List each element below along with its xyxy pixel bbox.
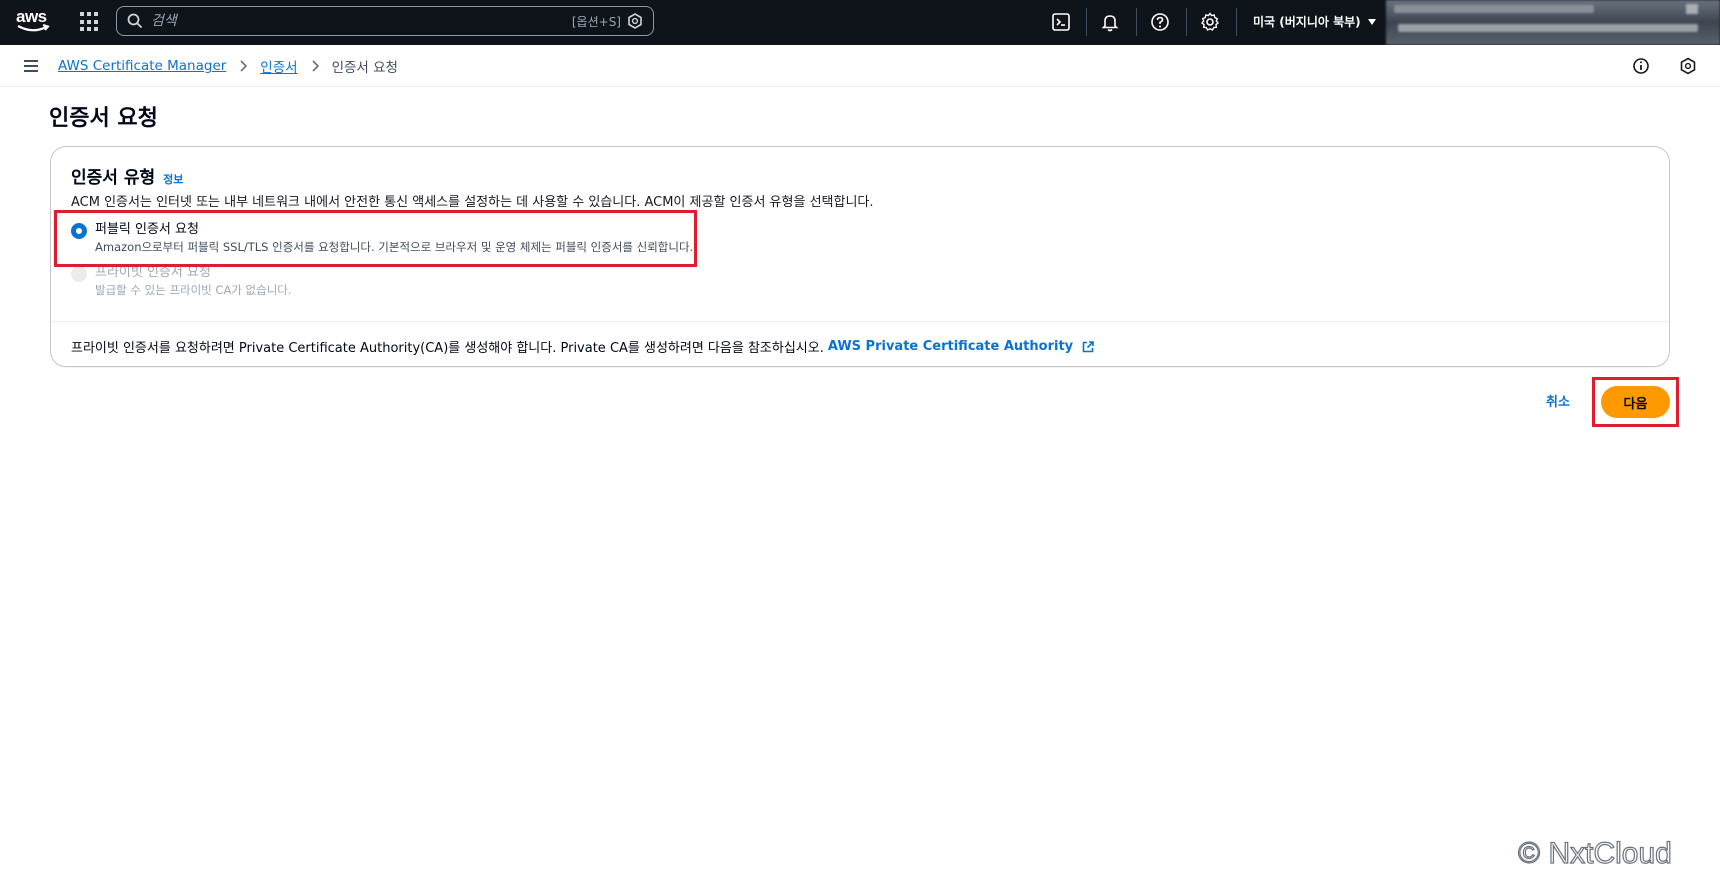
container-divider <box>51 321 1669 322</box>
breadcrumb-link-acm[interactable]: AWS Certificate Manager <box>58 58 226 74</box>
private-ca-notice: 프라이빗 인증서를 요청하려면 Private Certificate Auth… <box>71 337 1095 356</box>
region-selector[interactable]: 미국 (버지니아 북부) <box>1253 13 1377 30</box>
amazon-q-icon[interactable] <box>1679 57 1697 75</box>
radio-description-private: 발급할 수 있는 프라이빗 CA가 없습니다. <box>95 283 292 297</box>
cancel-button[interactable]: 취소 <box>1546 391 1570 410</box>
private-ca-link[interactable]: AWS Private Certificate Authority <box>828 339 1073 354</box>
search-input[interactable] <box>151 10 531 32</box>
breadcrumb-bar: AWS Certificate Manager 인증서 인증서 요청 <box>0 45 1720 87</box>
aws-smile-icon <box>17 24 50 32</box>
caret-down-icon <box>1367 18 1376 25</box>
section-description: ACM 인증서는 인터넷 또는 내부 네트워크 내에서 안전한 통신 액세스를 … <box>71 195 874 210</box>
section-header: 인증서 유형 정보 <box>71 163 183 188</box>
region-label: 미국 (버지니아 북부) <box>1253 15 1361 29</box>
radio-button-public[interactable] <box>71 223 87 239</box>
external-link-icon[interactable] <box>1081 340 1095 354</box>
bell-icon[interactable] <box>1099 11 1121 33</box>
aws-logo[interactable]: aws <box>16 8 50 36</box>
section-title: 인증서 유형 <box>71 168 156 188</box>
apps-grid-icon[interactable] <box>80 12 100 32</box>
nav-divider <box>1186 8 1187 36</box>
radio-option-public[interactable]: 퍼블릭 인증서 요청 Amazon으로부터 퍼블릭 SSL/TLS 인증서를 요… <box>71 221 693 256</box>
nav-divider <box>1086 8 1087 36</box>
watermark: © NxtCloud <box>1517 836 1672 870</box>
amazon-q-icon[interactable] <box>627 13 643 29</box>
top-navigation: aws [옵션+S] <box>0 0 1720 45</box>
breadcrumb: AWS Certificate Manager 인증서 인증서 요청 <box>58 56 398 76</box>
breadcrumb-current: 인증서 요청 <box>331 60 398 76</box>
cloudshell-icon[interactable] <box>1050 11 1072 33</box>
next-button[interactable]: 다음 <box>1601 386 1670 418</box>
gear-icon[interactable] <box>1199 11 1221 33</box>
private-ca-notice-text: 프라이빗 인증서를 요청하려면 Private Certificate Auth… <box>71 341 824 356</box>
nav-divider <box>1236 8 1237 36</box>
breadcrumb-link-certificates[interactable]: 인증서 <box>260 56 297 76</box>
chevron-right-icon <box>311 60 319 72</box>
radio-description-public: Amazon으로부터 퍼블릭 SSL/TLS 인증서를 요청합니다. 기본적으로… <box>95 240 694 254</box>
certificate-type-container: 인증서 유형 정보 ACM 인증서는 인터넷 또는 내부 네트워크 내에서 안전… <box>50 146 1670 367</box>
search-bar[interactable]: [옵션+S] <box>116 6 654 36</box>
help-icon[interactable] <box>1149 11 1171 33</box>
page-title: 인증서 요청 <box>49 106 158 131</box>
radio-label-private: 프라이빗 인증서 요청 <box>95 265 211 280</box>
search-shortcut: [옵션+S] <box>571 15 621 29</box>
radio-option-private: 프라이빗 인증서 요청 발급할 수 있는 프라이빗 CA가 없습니다. <box>71 264 292 299</box>
radio-button-private <box>71 266 87 282</box>
nav-divider <box>1136 8 1137 36</box>
search-icon <box>127 13 143 29</box>
radio-label-public: 퍼블릭 인증서 요청 <box>95 222 199 237</box>
account-menu-redacted[interactable] <box>1386 0 1720 45</box>
info-icon[interactable] <box>1632 57 1650 75</box>
chevron-right-icon <box>240 60 248 72</box>
info-link[interactable]: 정보 <box>163 171 183 187</box>
hamburger-menu-icon[interactable] <box>22 58 40 74</box>
